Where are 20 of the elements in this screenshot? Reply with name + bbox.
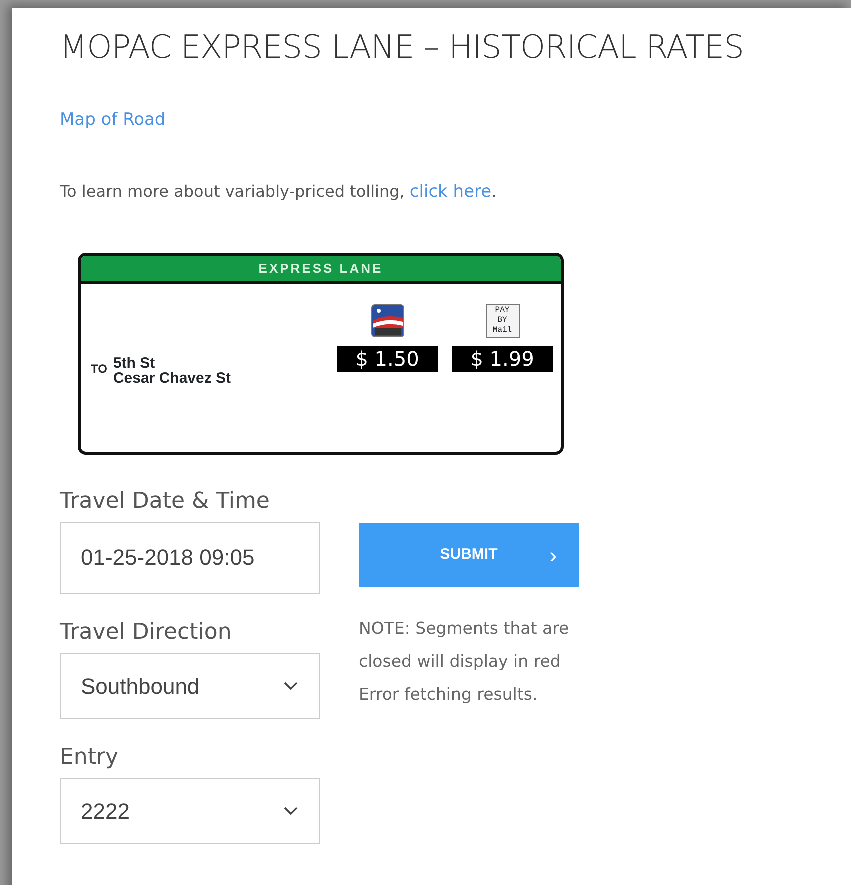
info-text: To learn more about variably-priced tolling, click here. xyxy=(60,180,498,204)
field-label: Travel Direction xyxy=(60,619,233,648)
date-time-field[interactable]: 01-25-2018 09:05 xyxy=(60,522,320,594)
entry-select[interactable]: 2222 xyxy=(60,778,320,844)
to-label: TO xyxy=(91,361,108,378)
chevron-down-icon xyxy=(283,806,299,816)
page-title: MOPAC EXPRESS LANE – HISTORICAL RATES xyxy=(60,28,745,66)
field-label: Entry xyxy=(60,744,120,772)
chevron-down-icon xyxy=(283,681,299,692)
pay-by-mail-icon: PAY BY Mail xyxy=(486,304,520,338)
direction-select[interactable]: Southbound xyxy=(60,653,320,720)
destination-name: Cesar Chavez St xyxy=(113,371,232,386)
destination-name: 5th St xyxy=(113,356,156,372)
toll-tag-icon xyxy=(370,304,404,338)
note-text: NOTE: Segments that are closed will display in red xyxy=(359,618,570,674)
toll-price: $ 1.50 xyxy=(337,346,438,372)
toll-price: $ 1.99 xyxy=(452,346,553,372)
note-text: Error fetching results. xyxy=(359,684,539,706)
field-label: Travel Date & Time xyxy=(60,488,271,516)
sign-header: EXPRESS LANE xyxy=(81,256,561,284)
